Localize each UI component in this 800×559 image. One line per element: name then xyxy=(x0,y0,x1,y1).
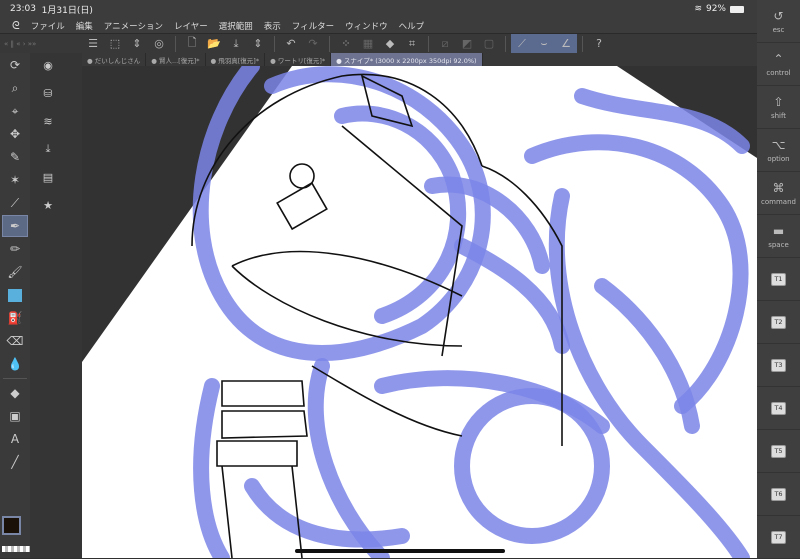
line-icon[interactable]: ╱ xyxy=(2,451,28,473)
blend-icon[interactable]: 💧 xyxy=(2,353,28,375)
battery-percent: 92% xyxy=(705,4,726,14)
tab-daishinji[interactable]: ● だいしんじさん xyxy=(82,53,147,66)
main-color-swatch[interactable] xyxy=(2,516,21,535)
menu-animation[interactable]: アニメーション xyxy=(104,20,163,32)
selection-lasso-icon[interactable]: ⟳ xyxy=(2,54,28,76)
battery-icon xyxy=(730,5,744,13)
control-icon: ⌃ xyxy=(773,51,784,66)
move-icon[interactable]: ✥ xyxy=(2,123,28,145)
eyedropper-icon[interactable]: ⟋ xyxy=(2,192,28,214)
zoom-icon[interactable]: ⌕ xyxy=(2,77,28,99)
key-t1[interactable]: T1 xyxy=(757,258,800,301)
tab-kento[interactable]: ● 賢人...[復元]* xyxy=(146,53,206,66)
updown-icon[interactable]: ⇕ xyxy=(247,34,269,54)
snap-group: ⟋ ⌣ ∠ xyxy=(511,33,577,54)
menu-view[interactable]: 表示 xyxy=(264,20,281,32)
new-file-icon[interactable]: 🗋 xyxy=(181,34,203,54)
snap-curve-icon[interactable]: ⌣ xyxy=(533,34,555,54)
redo-icon[interactable]: ↷ xyxy=(302,34,324,54)
menu-filter[interactable]: フィルター xyxy=(292,20,334,32)
material-folder-icon[interactable]: ▤ xyxy=(38,167,58,187)
sub-tool-icon[interactable]: ◉ xyxy=(38,55,58,75)
divider xyxy=(3,378,27,379)
menu-file[interactable]: ファイル xyxy=(31,20,65,32)
save-icon[interactable]: ⤓ xyxy=(225,34,247,54)
key-shift[interactable]: ⇧ shift xyxy=(757,86,800,129)
tab-touma[interactable]: ● 飛羽真[復元]* xyxy=(206,53,266,66)
panel-collapse-arrows[interactable]: « ‖ « › »» xyxy=(0,40,82,48)
deselect-icon[interactable]: ⁘ xyxy=(335,34,357,54)
time: 23:03 xyxy=(10,4,36,14)
gradient-icon[interactable]: ◩ xyxy=(456,34,478,54)
key-t3[interactable]: T3 xyxy=(757,344,800,387)
key-esc[interactable]: ↺ esc xyxy=(757,0,800,43)
tab-worldtrigger[interactable]: ● ワートリ[復元]* xyxy=(265,53,332,66)
document-tabs: ● だいしんじさん ● 賢人...[復元]* ● 飛羽真[復元]* ● ワートリ… xyxy=(82,53,757,66)
updown-icon[interactable]: ⇕ xyxy=(126,34,148,54)
menu-window[interactable]: ウィンドウ xyxy=(345,20,388,32)
key-t7[interactable]: T7 xyxy=(757,516,800,559)
menu-help[interactable]: ヘルプ xyxy=(399,20,425,32)
key-t2[interactable]: T2 xyxy=(757,301,800,344)
wifi-icon: ≋ xyxy=(694,4,702,14)
fill-bucket-icon[interactable]: ◆ xyxy=(2,382,28,404)
transform-icon[interactable]: ⬚ xyxy=(104,34,126,54)
key-t6[interactable]: T6 xyxy=(757,473,800,516)
esc-icon: ↺ xyxy=(773,8,784,23)
fill-icon[interactable]: ◆ xyxy=(379,34,401,54)
key-space[interactable]: ▬ space xyxy=(757,215,800,258)
command-bar: « ‖ « › »» ☰ ⬚ ⇕ ◎ 🗋 📂 ⤓ ⇕ ↶ ↷ ⁘ ▦ ◆ ⌗ ⧄… xyxy=(0,33,757,54)
command-icon: ⌘ xyxy=(772,180,785,195)
magic-wand-icon[interactable]: ✶ xyxy=(2,169,28,191)
help-icon[interactable]: ? xyxy=(588,34,610,54)
edge-keyboard: ↺ esc ⌃ control ⇧ shift ⌥ option ⌘ command ▬ s… xyxy=(757,0,800,559)
app-logo-icon[interactable]: ᘓ xyxy=(12,19,20,33)
clip-studio-icon[interactable]: ◎ xyxy=(148,34,170,54)
selection-pen-icon[interactable]: ✎ xyxy=(2,146,28,168)
square-icon[interactable]: ▢ xyxy=(478,34,500,54)
clear-icon[interactable]: ▦ xyxy=(357,34,379,54)
layers-icon[interactable]: ≋ xyxy=(38,111,58,131)
key-t5[interactable]: T5 xyxy=(757,430,800,473)
no-fill-icon[interactable]: ⧄ xyxy=(434,34,456,54)
watercolor-icon[interactable] xyxy=(2,284,28,306)
artwork xyxy=(82,66,757,558)
pen-icon[interactable]: ✒ xyxy=(2,215,28,237)
snap-line-icon[interactable]: ∠ xyxy=(555,34,577,54)
layer-property-icon[interactable]: ⛁ xyxy=(38,83,58,103)
space-icon: ▬ xyxy=(772,223,785,238)
pencil-icon[interactable]: ✏ xyxy=(2,238,28,260)
key-command[interactable]: ⌘ command xyxy=(757,172,800,215)
tab-snipe[interactable]: ● スナイプ* (3000 x 2200px 350dpi 92.0%) xyxy=(331,53,483,66)
menu-bar: ᘓ ファイル 編集 アニメーション レイヤー 選択範囲 表示 フィルター ウィン… xyxy=(0,18,757,33)
key-t4[interactable]: T4 xyxy=(757,387,800,430)
menu-layer[interactable]: レイヤー xyxy=(174,20,208,32)
date: 1月31日(日) xyxy=(41,5,93,16)
home-indicator[interactable] xyxy=(295,549,505,553)
eraser-icon[interactable]: ⌫ xyxy=(2,330,28,352)
airbrush-icon[interactable]: ⛽ xyxy=(2,307,28,329)
crop-icon[interactable]: ⌗ xyxy=(401,34,423,54)
menu-icon[interactable]: ☰ xyxy=(82,34,104,54)
tool-palette: ⟳ ⌕ ⌖ ✥ ✎ ✶ ⟋ ✒ ✏ 🖌 ⛽ ⌫ 💧 ◆ ▣ A ╱ xyxy=(0,53,30,558)
drawing-canvas[interactable] xyxy=(82,66,757,558)
shift-icon: ⇧ xyxy=(773,94,784,109)
menu-edit[interactable]: 編集 xyxy=(76,20,93,32)
favorite-material-icon[interactable]: ★ xyxy=(38,195,58,215)
key-control[interactable]: ⌃ control xyxy=(757,43,800,86)
key-option[interactable]: ⌥ option xyxy=(757,129,800,172)
gradient-icon[interactable]: ▣ xyxy=(2,405,28,427)
transparent-color-swatch[interactable] xyxy=(2,546,30,552)
material-download-icon[interactable]: ⤓ xyxy=(38,139,58,159)
undo-icon[interactable]: ↶ xyxy=(280,34,302,54)
brush-icon[interactable]: 🖌 xyxy=(2,261,28,283)
open-folder-icon[interactable]: 📂 xyxy=(203,34,225,54)
snap-ruler-icon[interactable]: ⟋ xyxy=(511,34,533,54)
menu-selection[interactable]: 選択範囲 xyxy=(219,20,253,32)
status-bar: 23:03 1月31日(日) ≋ 92% xyxy=(0,0,800,18)
sub-tool-column: ◉ ⛁ ≋ ⤓ ▤ ★ xyxy=(30,53,82,558)
option-icon: ⌥ xyxy=(771,137,786,152)
object-select-icon[interactable]: ⌖ xyxy=(2,100,28,122)
text-icon[interactable]: A xyxy=(2,428,28,450)
